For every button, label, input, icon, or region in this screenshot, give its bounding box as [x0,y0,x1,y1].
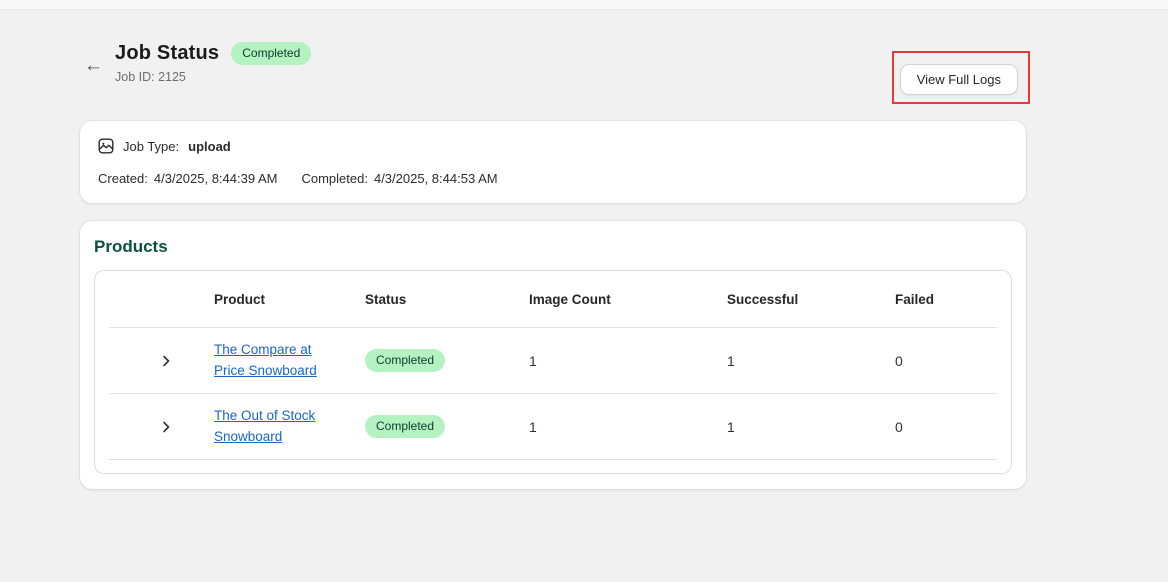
job-status-page: ← Job Status Completed Job ID: 2125 View… [80,42,1026,489]
completed-value: 4/3/2025, 8:44:53 AM [374,171,498,186]
table-header-row: Product Status Image Count Successful Fa… [109,271,997,328]
arrow-left-icon: ← [84,55,103,76]
table-row: The Compare at Price Snowboard Completed… [109,328,997,394]
products-heading: Products [94,237,1012,257]
title-block: Job Status Completed Job ID: 2125 [115,42,311,84]
job-status-badge: Completed [231,42,311,64]
created-value: 4/3/2025, 8:44:39 AM [154,171,278,186]
back-button[interactable]: ← [80,42,103,84]
failed-value: 0 [895,419,997,435]
job-info-card: Job Type: upload Created: 4/3/2025, 8:44… [80,121,1026,203]
expand-row-button[interactable] [155,350,177,372]
successful-value: 1 [727,353,895,369]
job-type-value: upload [188,139,231,154]
created-label: Created: [98,171,148,186]
product-link[interactable]: The Compare at Price Snowboard [214,340,326,381]
column-product: Product [214,292,365,307]
status-badge: Completed [365,349,445,371]
column-failed: Failed [895,292,997,307]
image-count-value: 1 [529,353,727,369]
job-id-label: Job ID: 2125 [115,70,311,84]
products-card: Products Product Status Image Count Succ… [80,221,1026,489]
image-icon [98,138,114,154]
failed-value: 0 [895,353,997,369]
product-link[interactable]: The Out of Stock Snowboard [214,406,326,447]
chevron-right-icon [159,354,173,368]
view-full-logs-wrap: View Full Logs [900,64,1018,95]
column-image-count: Image Count [529,292,727,307]
completed-label: Completed: [301,171,367,186]
job-type-label: Job Type: [123,139,179,154]
view-full-logs-button[interactable]: View Full Logs [900,64,1018,95]
products-table: Product Status Image Count Successful Fa… [94,270,1012,474]
page-header: ← Job Status Completed Job ID: 2125 View… [80,42,1026,95]
page-title: Job Status [115,42,219,65]
expand-row-button[interactable] [155,416,177,438]
top-window-strip [0,0,1168,10]
column-successful: Successful [727,292,895,307]
table-row: The Out of Stock Snowboard Completed 1 1… [109,394,997,460]
chevron-right-icon [159,420,173,434]
successful-value: 1 [727,419,895,435]
status-badge: Completed [365,415,445,437]
image-count-value: 1 [529,419,727,435]
column-status: Status [365,292,529,307]
